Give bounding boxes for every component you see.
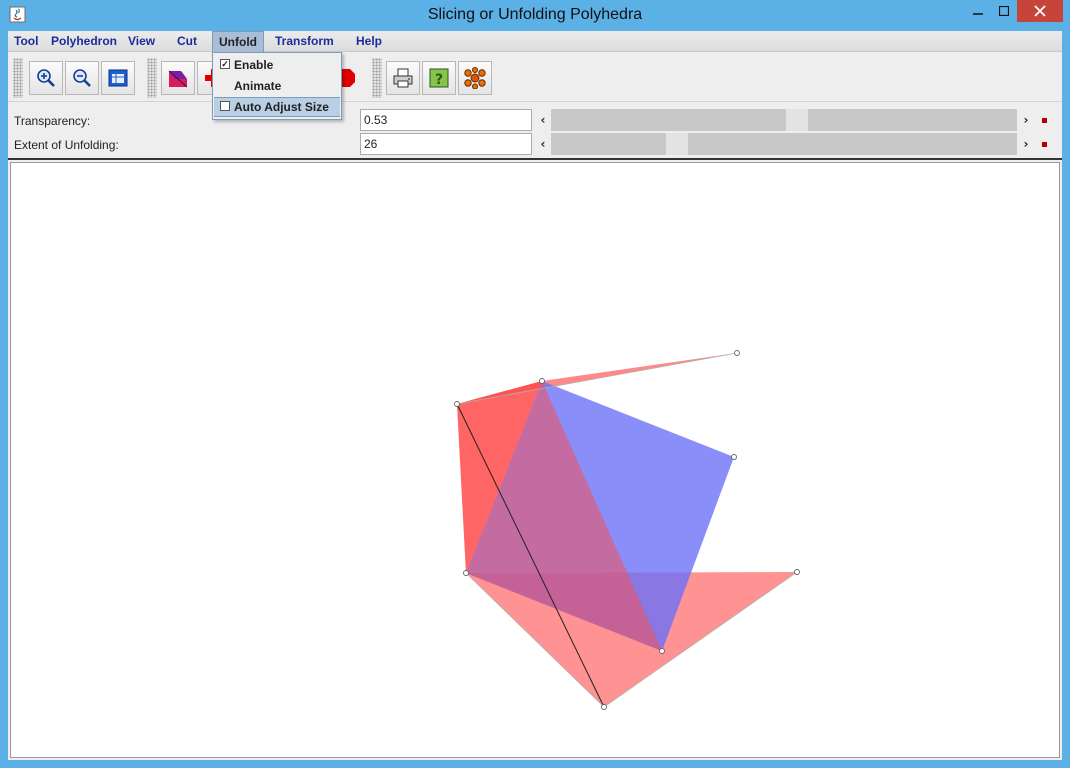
unfolding-slider-thumb[interactable] [666, 133, 689, 155]
menu-item-enable[interactable]: ✓ Enable [214, 55, 340, 75]
menu-cut[interactable]: Cut [177, 34, 197, 48]
fit-view-icon [108, 69, 128, 87]
help-button[interactable]: ? [422, 61, 456, 95]
toolbar-grip-3[interactable] [372, 58, 382, 98]
unfolding-scroll-right[interactable]: › [1018, 133, 1034, 155]
svg-text:?: ? [435, 72, 443, 88]
transparency-scroll-right[interactable]: › [1018, 109, 1034, 131]
transparency-marker [1042, 118, 1047, 123]
unfolding-slider-track[interactable] [551, 133, 1017, 155]
vertex-handle[interactable] [731, 454, 737, 460]
help-icon: ? [429, 68, 449, 88]
menu-item-animate[interactable]: Animate [214, 76, 340, 96]
transparency-scroll-left[interactable]: ‹ [535, 109, 551, 131]
chevron-right-icon: › [1023, 137, 1029, 151]
vertex-handle[interactable] [794, 569, 800, 575]
checkbox-unchecked-icon [220, 101, 230, 111]
menu-tool[interactable]: Tool [14, 34, 38, 48]
menu-transform[interactable]: Transform [275, 34, 334, 48]
vertex-handle[interactable] [659, 648, 665, 654]
zoom-out-button[interactable] [65, 61, 99, 95]
client-area: Tool Polyhedron View Cut Unfold Transfor… [8, 31, 1062, 760]
chevron-left-icon: ‹ [540, 113, 546, 127]
zoom-in-button[interactable] [29, 61, 63, 95]
polyhedron-render[interactable] [11, 163, 1061, 759]
zoom-out-icon [73, 69, 91, 87]
vertex-handle[interactable] [454, 401, 460, 407]
transparency-label: Transparency: [14, 114, 91, 128]
vertex-handle[interactable] [601, 704, 607, 710]
toolbar: ? [8, 53, 1062, 102]
unfold-dropdown-menu: ✓ Enable Animate Auto Adjust Size [212, 52, 342, 120]
minimize-icon [973, 13, 983, 15]
zoom-in-icon [37, 69, 55, 87]
polyhedron-button[interactable] [161, 61, 195, 95]
menu-item-label: Animate [234, 79, 282, 93]
menu-view[interactable]: View [128, 34, 155, 48]
menu-item-auto-adjust-size[interactable]: Auto Adjust Size [214, 97, 340, 117]
chevron-right-icon: › [1023, 113, 1029, 127]
maximize-icon [999, 6, 1009, 16]
menu-unfold[interactable]: Unfold [212, 31, 264, 52]
maximize-button[interactable] [991, 0, 1017, 22]
chevron-left-icon: ‹ [540, 137, 546, 151]
unfolding-label: Extent of Unfolding: [14, 138, 119, 152]
transparency-slider-track[interactable] [551, 109, 1017, 131]
menu-polyhedron[interactable]: Polyhedron [51, 34, 117, 48]
close-button[interactable] [1017, 0, 1063, 22]
window-title: Slicing or Unfolding Polyhedra [427, 6, 643, 23]
polyhedron-icon [168, 70, 188, 88]
minimize-button[interactable] [965, 0, 991, 22]
menu-item-label: Auto Adjust Size [234, 100, 329, 114]
menu-item-label: Enable [234, 58, 274, 72]
vertex-handle[interactable] [539, 378, 545, 384]
menu-bar: Tool Polyhedron View Cut Unfold Transfor… [8, 31, 1062, 52]
edge-line [456, 352, 738, 405]
close-icon [1034, 5, 1046, 17]
checkbox-checked-icon: ✓ [220, 59, 230, 69]
unfolding-marker [1042, 142, 1047, 147]
molecule-icon [464, 67, 486, 89]
vertex-handle[interactable] [734, 350, 740, 356]
molecule-button[interactable] [458, 61, 492, 95]
fit-view-button[interactable] [101, 61, 135, 95]
controls-panel: Transparency: 0.53 ‹ › Extent of Unfoldi… [8, 104, 1062, 160]
transparency-field[interactable]: 0.53 [360, 109, 532, 131]
app-window: Slicing or Unfolding Polyhedra Tool Poly… [0, 0, 1070, 768]
title-bar[interactable]: Slicing or Unfolding Polyhedra [0, 0, 1070, 31]
transparency-slider-thumb[interactable] [786, 109, 809, 131]
vertex-handle[interactable] [463, 570, 469, 576]
toolbar-grip-2[interactable] [147, 58, 157, 98]
menu-help[interactable]: Help [356, 34, 382, 48]
toolbar-grip[interactable] [13, 58, 23, 98]
print-icon [393, 68, 413, 88]
unfolding-field[interactable]: 26 [360, 133, 532, 155]
print-button[interactable] [386, 61, 420, 95]
unfolding-scroll-left[interactable]: ‹ [535, 133, 551, 155]
polyhedron-canvas[interactable] [10, 162, 1060, 758]
